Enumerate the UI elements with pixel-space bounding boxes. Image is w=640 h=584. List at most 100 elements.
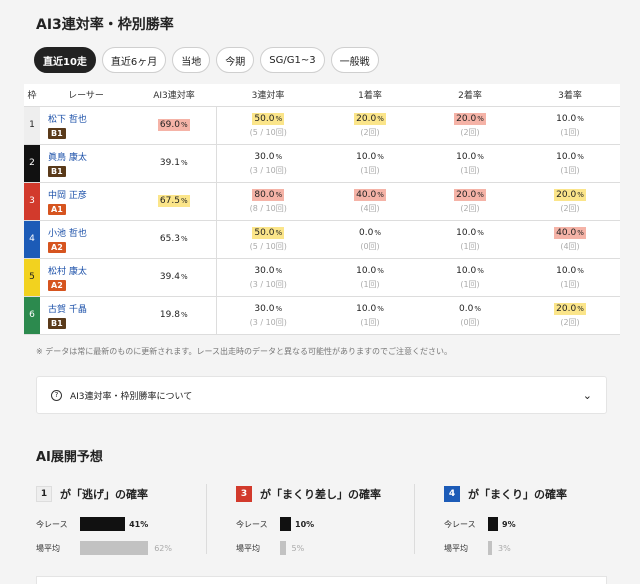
tab-this-term[interactable]: 今期 (216, 47, 255, 73)
w2-value: 10.0% (456, 151, 484, 162)
frame-number: 6 (24, 296, 40, 335)
w2-cell: 20.0% (2回) (420, 106, 520, 145)
w3-value: 10.0% (556, 113, 584, 124)
w3-count: (2回) (560, 203, 580, 213)
prediction-block: 1 が「逃げ」の確率 今レース 41% 場平均 62% (36, 486, 216, 564)
r3-value: 50.0% (252, 226, 285, 239)
data-note: ※ データは常に最新のものに更新されます。レース出走時のデータと異なる可能性があ… (36, 347, 453, 356)
w3-cell: 40.0% (4回) (520, 220, 620, 259)
racer-name-link[interactable]: 松下 哲也 (48, 112, 132, 125)
current-race-row: 今レース 41% (36, 516, 216, 532)
w1-value: 10.0% (356, 303, 384, 314)
w2-value: 20.0% (454, 112, 486, 125)
ai-value: 67.5% (157, 195, 190, 207)
racer-name-link[interactable]: 中岡 正彦 (48, 188, 132, 201)
w2-cell: 10.0% (1回) (420, 220, 520, 259)
w3-value: 20.0% (554, 188, 586, 201)
w1-count: (0回) (360, 241, 380, 251)
w3-count: (1回) (560, 165, 580, 175)
w2-cell: 0.0% (0回) (420, 296, 520, 335)
w1-value: 40.0% (354, 188, 386, 201)
w2-value: 10.0% (456, 227, 484, 238)
table-row: 5 松村 康太 A2 39.4% 30.0% (3 / 10回) 10.0% (… (24, 258, 620, 297)
racer-name-link[interactable]: 小池 哲也 (48, 226, 132, 239)
bar-track (80, 541, 150, 555)
ai-value: 39.1% (159, 158, 188, 168)
prediction-title: 4 が「まくり」の確率 (444, 486, 624, 502)
prediction-title: 3 が「まくり差し」の確率 (236, 486, 416, 502)
tab-general[interactable]: 一般戦 (330, 47, 379, 73)
w3-count: (1回) (560, 279, 580, 289)
average-label: 場平均 (236, 543, 260, 553)
frame-number: 1 (24, 106, 40, 145)
ai-cell: 19.8% (132, 296, 217, 335)
r3-value: 30.0% (254, 265, 283, 276)
about-accordion[interactable]: ? AI3連対率・枠別勝率について ⌄ (36, 376, 607, 414)
frame-number: 2 (24, 144, 40, 183)
table-row: 1 松下 哲也 B1 69.0% 50.0% (5 / 10回) 20.0% (… (24, 106, 620, 145)
col-ai-rate: AI3連対率 (132, 84, 216, 107)
next-card (36, 576, 607, 584)
venue-average-row: 場平均 62% (36, 540, 216, 556)
current-bar (488, 517, 498, 531)
r3-cell: 30.0% (3 / 10回) (216, 258, 320, 297)
class-badge: B1 (48, 165, 66, 177)
w2-value: 20.0% (454, 188, 486, 201)
w1-count: (1回) (360, 279, 380, 289)
frame-badge: 1 (36, 486, 52, 502)
w3-count: (4回) (560, 241, 580, 251)
w1-value: 10.0% (356, 265, 384, 276)
w1-count: (1回) (360, 317, 380, 327)
current-race-row: 今レース 9% (444, 516, 624, 532)
tab-recent-6-months[interactable]: 直近6ヶ月 (101, 47, 167, 73)
prediction-block: 3 が「まくり差し」の確率 今レース 10% 場平均 5% (236, 486, 416, 564)
w2-count: (1回) (460, 279, 480, 289)
w1-cell: 10.0% (1回) (320, 296, 420, 335)
w1-count: (2回) (360, 127, 380, 137)
w2-count: (2回) (460, 127, 480, 137)
prediction-label: が「まくり差し」の確率 (260, 488, 381, 501)
table-header: 枠 レーサー AI3連対率 3連対率 1着率 2着率 3着率 (24, 84, 620, 107)
w1-value: 20.0% (354, 112, 386, 125)
w2-count: (2回) (460, 203, 480, 213)
w2-count: (0回) (460, 317, 480, 327)
tab-recent-10[interactable]: 直近10走 (34, 47, 96, 73)
r3-cell: 30.0% (3 / 10回) (216, 144, 320, 183)
ai-cell: 65.3% (132, 220, 217, 259)
tab-sg-g1[interactable]: SG/G1~3 (260, 47, 325, 73)
class-badge: A2 (48, 241, 66, 253)
col-2nd-rate: 2着率 (420, 84, 520, 107)
racer-name-link[interactable]: 古賀 千晶 (48, 302, 132, 315)
w3-value: 20.0% (554, 302, 586, 315)
col-top3-rate: 3連対率 (216, 84, 320, 107)
r3-value: 80.0% (252, 188, 285, 201)
average-value: 62% (154, 543, 172, 553)
r3-count: (3 / 10回) (249, 317, 287, 327)
racer-name-link[interactable]: 眞鳥 康太 (48, 150, 132, 163)
r3-value: 30.0% (254, 151, 283, 162)
w2-cell: 20.0% (2回) (420, 182, 520, 221)
prediction-label: が「逃げ」の確率 (60, 488, 148, 501)
tab-local[interactable]: 当地 (172, 47, 211, 73)
col-1st-rate: 1着率 (320, 84, 420, 107)
w1-value: 10.0% (356, 151, 384, 162)
average-label: 場平均 (36, 543, 60, 553)
w3-value: 10.0% (556, 265, 584, 276)
accordion-label: AI3連対率・枠別勝率について (70, 391, 193, 402)
w3-cell: 20.0% (2回) (520, 182, 620, 221)
w3-count: (2回) (560, 317, 580, 327)
w3-cell: 10.0% (1回) (520, 106, 620, 145)
w3-cell: 20.0% (2回) (520, 296, 620, 335)
question-icon: ? (51, 389, 62, 401)
prediction-label: が「まくり」の確率 (468, 488, 567, 501)
ai-value: 39.4% (159, 272, 188, 282)
ai-cell: 67.5% (132, 182, 217, 221)
racer-name-link[interactable]: 松村 康太 (48, 264, 132, 277)
r3-count: (3 / 10回) (249, 279, 287, 289)
w3-cell: 10.0% (1回) (520, 258, 620, 297)
w2-value: 10.0% (456, 265, 484, 276)
w2-value: 0.0% (459, 303, 481, 314)
w1-value: 0.0% (359, 227, 381, 238)
prediction-title: 1 が「逃げ」の確率 (36, 486, 216, 502)
ai-cell: 39.1% (132, 144, 217, 183)
